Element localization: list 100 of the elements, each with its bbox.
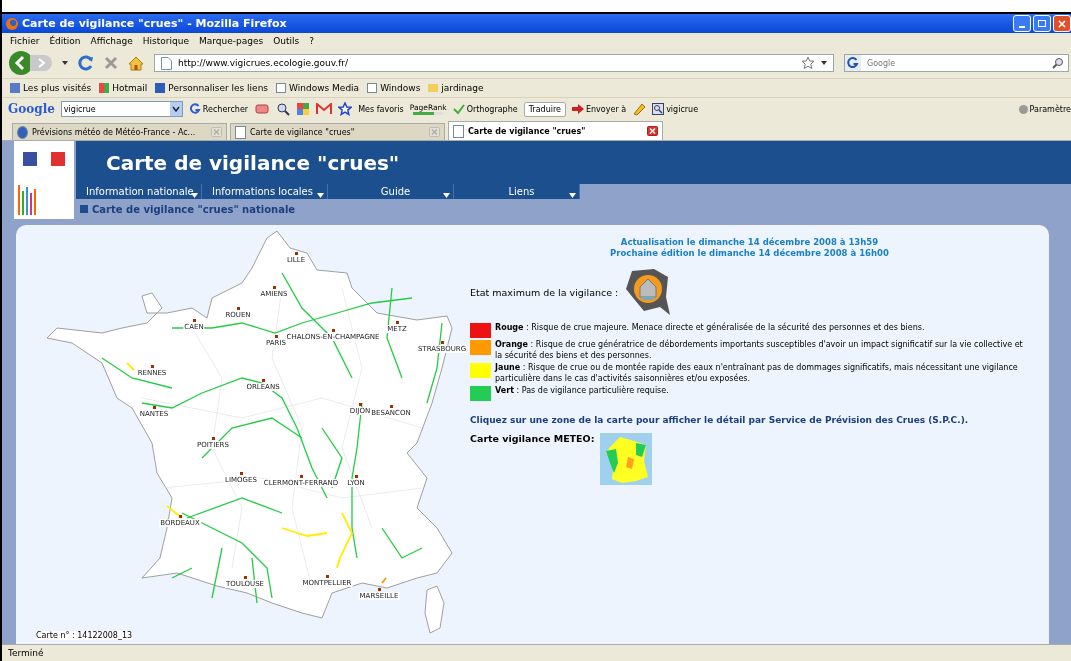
city-marker: [295, 252, 298, 255]
address-bar[interactable]: http://www.vigicrues.ecologie.gouv.fr/: [154, 54, 834, 72]
bookmark-link[interactable]: Windows Media: [276, 83, 360, 93]
city-marker: [275, 335, 278, 338]
update-time: Actualisation le dimanche 14 décembre 2008 à 13h59: [619, 237, 880, 248]
max-state-label: Etat maximum de la vigilance :: [470, 286, 619, 298]
browser-tab[interactable]: Prévisions météo de Météo-France - Ac...: [12, 123, 227, 140]
menu-item[interactable]: Affichage: [90, 35, 133, 46]
site-title: Carte de vigilance "crues": [106, 150, 400, 175]
send-button[interactable]: Envoyer à: [571, 104, 627, 114]
bookmark-link[interactable]: Les plus visités: [10, 83, 92, 93]
magnifier-icon[interactable]: [276, 102, 291, 116]
city-marker: [355, 475, 358, 478]
highlight-button[interactable]: vigicrue: [652, 103, 699, 115]
favorites-button[interactable]: Mes favoris: [358, 104, 404, 114]
close-icon[interactable]: [1053, 15, 1071, 32]
menu-item[interactable]: Fichier: [10, 35, 40, 46]
city-marker: [273, 286, 276, 289]
menu-item[interactable]: Outils: [273, 35, 300, 46]
city-marker: [326, 575, 329, 578]
city-marker: [390, 405, 393, 408]
caret-icon[interactable]: [62, 61, 68, 65]
map-caption: Carte n° : 14122008_13: [36, 631, 133, 640]
ministry-logo: [18, 185, 36, 215]
bookmark-link[interactable]: jardinage: [428, 83, 484, 93]
caret-icon[interactable]: [821, 61, 827, 65]
city-marker: [359, 403, 362, 406]
legend-text: Jaune : Risque de crue ou de montée rapide des eaux n'entraînant pas de dommages significatifs, mais nécessitant une vigilance particulière dans le cas d'activités saisonnières et/ou exposées.: [495, 363, 1019, 384]
city-marker: [332, 329, 335, 332]
highlighter-icon[interactable]: [632, 102, 647, 116]
nav-menu-item[interactable]: Guide: [328, 184, 454, 199]
stop-icon[interactable]: [104, 56, 118, 70]
next-edition-time: Prochaine édition le dimanche 14 décembre 2008 à 16h00: [609, 248, 890, 259]
search-input[interactable]: Google: [865, 57, 1048, 69]
city-marker: [237, 307, 240, 310]
city-marker: [193, 319, 196, 322]
bookmark-link[interactable]: Personnaliser les liens: [155, 83, 269, 93]
firefox-icon: [6, 17, 18, 30]
status-text: Terminé: [8, 648, 44, 658]
search-bar[interactable]: Google: [844, 54, 1069, 72]
caret-icon: [317, 193, 324, 198]
city-marker: [153, 406, 156, 409]
search-button[interactable]: Rechercher: [188, 103, 249, 115]
city-marker: [179, 515, 182, 518]
menu-item[interactable]: Marque-pages: [199, 35, 264, 46]
house-alert-icon: [624, 267, 673, 317]
close-tab-icon[interactable]: [647, 126, 658, 136]
star-icon[interactable]: [338, 102, 353, 116]
meteo-map-label: Carte vigilance METEO:: [470, 433, 595, 444]
nav-menu-item[interactable]: Informations locales: [202, 184, 328, 199]
city-marker: [378, 588, 381, 591]
search-engine-icon[interactable]: [845, 55, 861, 71]
g-letter-icon: [188, 103, 201, 115]
reload-icon[interactable]: [78, 55, 94, 71]
weather-alert-map-thumbnail[interactable]: [600, 433, 653, 485]
settings-button[interactable]: Paramètre: [1018, 104, 1071, 114]
toolbar-search-box[interactable]: vigicrue: [60, 101, 183, 117]
section-heading: Carte de vigilance "crues" nationale: [92, 203, 296, 215]
check-icon: [452, 103, 465, 115]
legend-text: Orange : Risque de crue génératrice de débordements importants susceptibles d'avoir un impact significatif sur la vie collective et la sécurité des biens et des personnes.: [495, 340, 1024, 361]
home-icon[interactable]: [128, 55, 144, 71]
window-title: Carte de vigilance "crues" - Mozilla Firefox: [22, 17, 287, 30]
nav-menu-item[interactable]: Liens: [454, 184, 580, 199]
city-marker: [212, 437, 215, 440]
browser-tab[interactable]: Carte de vigilance "crues": [448, 121, 663, 140]
magnifier-icon: [652, 103, 665, 115]
translate-button[interactable]: Traduire: [523, 101, 566, 117]
mail-icon[interactable]: [316, 103, 333, 115]
menu-item[interactable]: Historique: [142, 35, 189, 46]
search-icon[interactable]: [1052, 57, 1064, 69]
arrow-icon: [571, 104, 584, 114]
menu-item[interactable]: ?: [309, 35, 314, 46]
browser-tab[interactable]: Carte de vigilance "crues": [230, 123, 445, 140]
city-marker: [240, 472, 243, 475]
city-marker: [244, 576, 247, 579]
city-marker: [151, 365, 154, 368]
square-icon: [80, 205, 88, 213]
url-input[interactable]: http://www.vigicrues.ecologie.gouv.fr/: [178, 58, 795, 68]
bookmark-link[interactable]: Windows: [367, 83, 421, 93]
city-marker: [300, 475, 303, 478]
puzzle-icon[interactable]: [296, 102, 311, 116]
star-icon[interactable]: [801, 56, 815, 70]
page-icon: [161, 56, 172, 70]
google-logo: Google: [8, 102, 55, 116]
bookmark-link[interactable]: Hotmail: [99, 83, 148, 93]
legend-text: Rouge : Risque de crue majeure. Menace directe et généralisée de la sécurité des personnes et des biens.: [495, 323, 925, 334]
city-marker: [396, 321, 399, 324]
restore-icon[interactable]: [1033, 15, 1051, 32]
spelling-button[interactable]: Orthographe: [452, 103, 518, 115]
caret-icon: [443, 193, 450, 198]
caret-icon: [191, 193, 198, 198]
tag-icon[interactable]: [254, 102, 271, 116]
city-marker: [441, 341, 444, 344]
caret-icon: [569, 193, 576, 198]
instruction-text: Cliquez sur une zone de la carte pour afficher le détail par Service de Prévision des Crues (S.P.C.).: [470, 415, 970, 425]
nav-menu-item[interactable]: Information nationale: [76, 184, 202, 199]
city-marker: [262, 379, 265, 382]
minimize-icon[interactable]: [1013, 15, 1031, 32]
legend-text: Vert : Pas de vigilance particulière requise.: [495, 386, 669, 397]
menu-item[interactable]: Édition: [49, 35, 81, 46]
